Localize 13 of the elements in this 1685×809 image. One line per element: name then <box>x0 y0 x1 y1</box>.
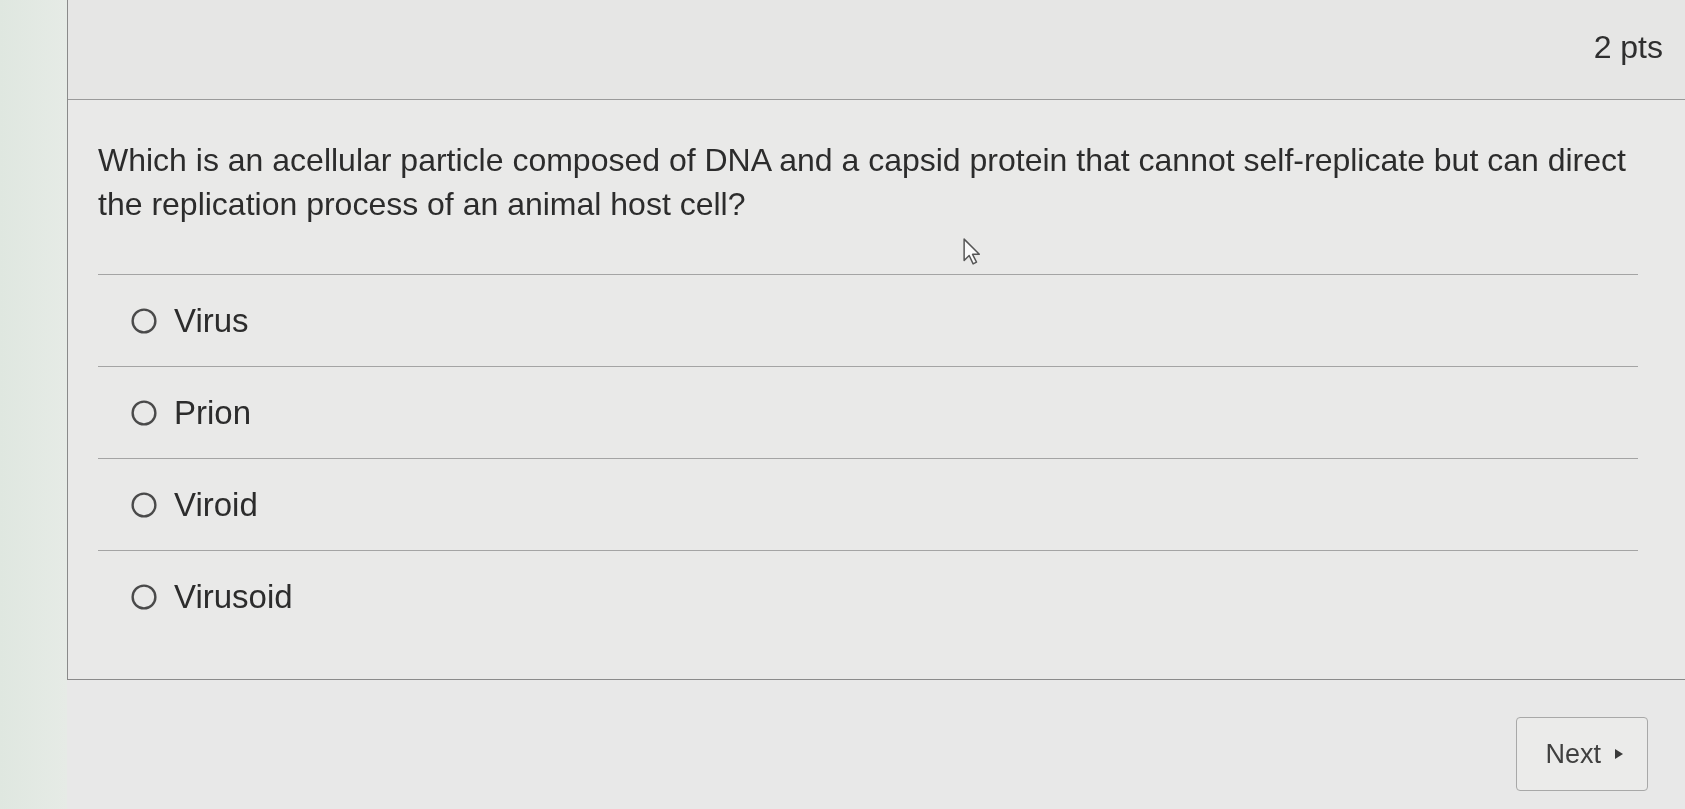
radio-button-icon[interactable] <box>131 307 157 334</box>
mouse-pointer-icon <box>963 238 981 265</box>
caret-right-icon <box>1615 749 1623 759</box>
answer-option[interactable]: Virusoid <box>98 550 1638 642</box>
radio-button-icon[interactable] <box>131 583 157 610</box>
answer-option[interactable]: Virus <box>98 274 1638 366</box>
answer-option[interactable]: Prion <box>98 366 1638 458</box>
points-label: 2 pts <box>1593 29 1663 66</box>
radio-button-icon[interactable] <box>131 491 157 518</box>
answer-option[interactable]: Viroid <box>98 458 1638 550</box>
radio-button-icon[interactable] <box>131 399 157 426</box>
question-text: Which is an acellular particle composed of DNA and a capsid protein that cannot self-replicate but can direct the replication process of an animal host cell? <box>98 141 1627 224</box>
next-button[interactable]: Next <box>1516 717 1648 791</box>
